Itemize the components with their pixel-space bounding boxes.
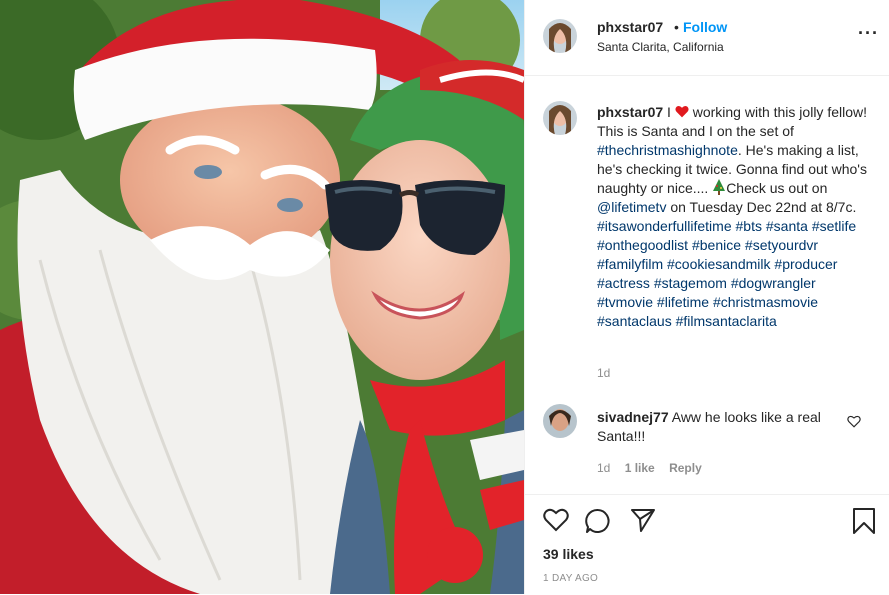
caption-hashtag[interactable]: #itsawonderfullifetime: [597, 218, 732, 234]
comment-username[interactable]: sivadnej77: [597, 409, 669, 425]
caption-text-3: Check us out on: [726, 180, 828, 196]
post-likes-count[interactable]: 39 likes: [543, 546, 594, 562]
comment-like-heart-icon[interactable]: [847, 415, 861, 433]
caption-hashtag[interactable]: #christmasmovie: [713, 294, 818, 310]
santa-selfie-image: [0, 0, 524, 594]
caption-hashtag[interactable]: #cookiesandmilk: [667, 256, 771, 272]
post-header: phxstar07 • Follow Santa Clarita, Califo…: [525, 0, 889, 76]
caption-mention[interactable]: @lifetimetv: [597, 199, 666, 215]
follow-button[interactable]: Follow: [683, 19, 727, 35]
post-sidebar: phxstar07 • Follow Santa Clarita, Califo…: [524, 0, 889, 594]
caption-avatar-image: [543, 101, 577, 135]
comment-bubble-icon[interactable]: [585, 508, 611, 539]
author-username[interactable]: phxstar07: [597, 19, 663, 35]
caption-text-i: I: [667, 104, 671, 120]
post-caption: phxstar07 I working with this jolly fell…: [597, 103, 869, 331]
author-avatar[interactable]: [543, 19, 577, 53]
caption-hashtag[interactable]: #benice: [692, 237, 741, 253]
caption-hashtag[interactable]: #producer: [774, 256, 837, 272]
comment-reply-button[interactable]: Reply: [669, 461, 702, 475]
caption-hashtag[interactable]: #bts: [736, 218, 762, 234]
caption-text-4: on Tuesday Dec 22nd at 8/7c.: [670, 199, 857, 215]
commenter-avatar[interactable]: [543, 404, 577, 438]
caption-hashtag[interactable]: #stagemom: [654, 275, 727, 291]
caption-hashtag[interactable]: #santa: [766, 218, 808, 234]
commenter-avatar-image: [543, 404, 577, 438]
comment: sivadnej77 Aww he looks like a real Sant…: [597, 408, 837, 446]
comment-meta: 1d 1 like Reply: [597, 461, 713, 475]
caption-hashtag[interactable]: #actress: [597, 275, 650, 291]
save-bookmark-icon[interactable]: [852, 508, 876, 539]
christmas-tree-emoji-icon: [713, 179, 726, 195]
caption-username[interactable]: phxstar07: [597, 104, 663, 120]
post-actions: 39 likes 1 DAY AGO: [525, 494, 889, 595]
caption-timestamp[interactable]: 1d: [597, 366, 610, 380]
caption-hashtag[interactable]: #setlife: [812, 218, 856, 234]
post-date[interactable]: 1 DAY AGO: [543, 573, 598, 584]
more-options-icon[interactable]: ···: [858, 24, 879, 42]
post-location[interactable]: Santa Clarita, California: [597, 40, 724, 54]
caption-hashtag[interactable]: #tvmovie: [597, 294, 653, 310]
caption-hashtag[interactable]: #setyourdvr: [745, 237, 818, 253]
author-avatar-image: [543, 19, 577, 53]
caption-hashtag[interactable]: #thechristmashighnote: [597, 142, 738, 158]
like-heart-icon[interactable]: [543, 508, 569, 537]
header-separator: •: [674, 19, 679, 35]
caption-hashtag[interactable]: #onthegoodlist: [597, 237, 688, 253]
post-photo[interactable]: [0, 0, 524, 594]
red-heart-emoji-icon: [675, 105, 689, 118]
comment-timestamp[interactable]: 1d: [597, 461, 610, 475]
caption-hashtag[interactable]: #dogwrangler: [731, 275, 816, 291]
caption-author-avatar[interactable]: [543, 101, 577, 135]
caption-hashtag[interactable]: #santaclaus: [597, 313, 672, 329]
caption-hashtag[interactable]: #lifetime: [657, 294, 709, 310]
caption-hashtag[interactable]: #filmsantaclarita: [676, 313, 777, 329]
post-view: phxstar07 • Follow Santa Clarita, Califo…: [0, 0, 889, 594]
share-send-icon[interactable]: [630, 508, 656, 537]
caption-hashtag[interactable]: #familyfilm: [597, 256, 663, 272]
comment-likes[interactable]: 1 like: [625, 461, 655, 475]
